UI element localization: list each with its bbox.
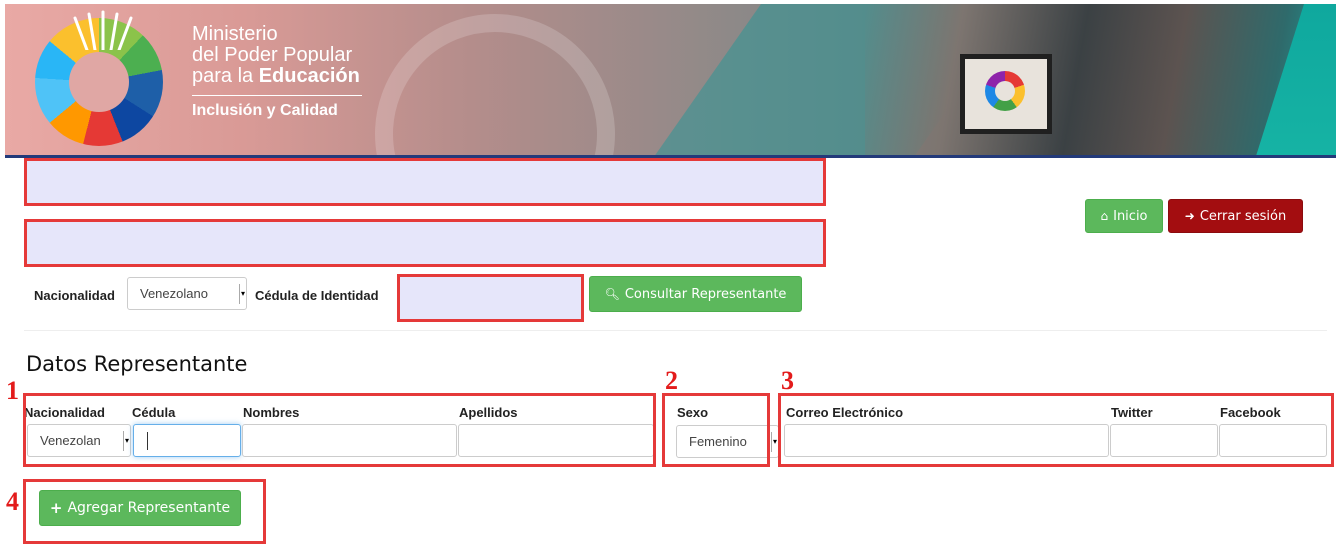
header-banner: Ministerio del Poder Popular para la Edu… [5, 4, 1336, 156]
logout-button-label: Cerrar sesión [1199, 208, 1287, 224]
brand-line-3-bold: Educación [258, 65, 360, 87]
annotation-box-2 [662, 393, 770, 467]
chevron-down-icon: ▾ [239, 283, 246, 304]
chevron-down-icon: ▾ [771, 431, 778, 452]
redacted-block-title [24, 158, 826, 206]
brand-line-3-prefix: para la [192, 65, 259, 87]
search-nationality-value: Venezolano [140, 286, 208, 301]
brand-divider [192, 95, 362, 96]
brand-line-1: Ministerio [192, 23, 278, 45]
consult-representative-button[interactable]: 🔍︎ Consultar Representante [589, 276, 802, 312]
annotation-number-4: 4 [6, 487, 19, 516]
gear-watermark [375, 14, 615, 156]
section-title: Datos Representante [26, 352, 248, 376]
brand-line-2: del Poder Popular [192, 44, 353, 66]
plus-icon: + [49, 499, 63, 517]
home-icon: ⌂ [1100, 209, 1109, 223]
add-button-label: Agregar Representante [67, 500, 231, 516]
add-representative-button[interactable]: + Agregar Representante [39, 490, 241, 526]
annotation-box-1 [23, 393, 656, 467]
home-button-label: Inicio [1113, 208, 1148, 224]
search-id-label: Cédula de Identidad [255, 288, 379, 303]
redacted-block-subtitle [24, 219, 826, 267]
consult-button-label: Consultar Representante [624, 286, 787, 302]
logout-button[interactable]: ➜ Cerrar sesión [1168, 199, 1303, 233]
annotation-number-3: 3 [781, 366, 794, 395]
search-icon: 🔍︎ [604, 287, 620, 301]
search-nationality-label: Nacionalidad [34, 288, 115, 303]
annotation-number-1: 1 [6, 376, 19, 405]
section-divider [24, 330, 1327, 331]
home-button[interactable]: ⌂ Inicio [1085, 199, 1163, 233]
search-id-input-redacted[interactable] [397, 274, 584, 322]
logout-icon: ➜ [1184, 209, 1195, 223]
annotation-box-3 [778, 393, 1334, 467]
logo-rays-icon [73, 10, 133, 50]
monitor-image [960, 54, 1052, 134]
brand-tagline: Inclusión y Calidad [192, 102, 338, 119]
ministry-brand: Ministerio del Poder Popular para la Edu… [192, 24, 362, 120]
brand-line-3: para la Educación [192, 66, 362, 87]
annotation-number-2: 2 [665, 366, 678, 395]
search-nationality-select[interactable]: Venezolano ▾ [127, 277, 247, 310]
monitor-logo-icon [985, 71, 1025, 111]
